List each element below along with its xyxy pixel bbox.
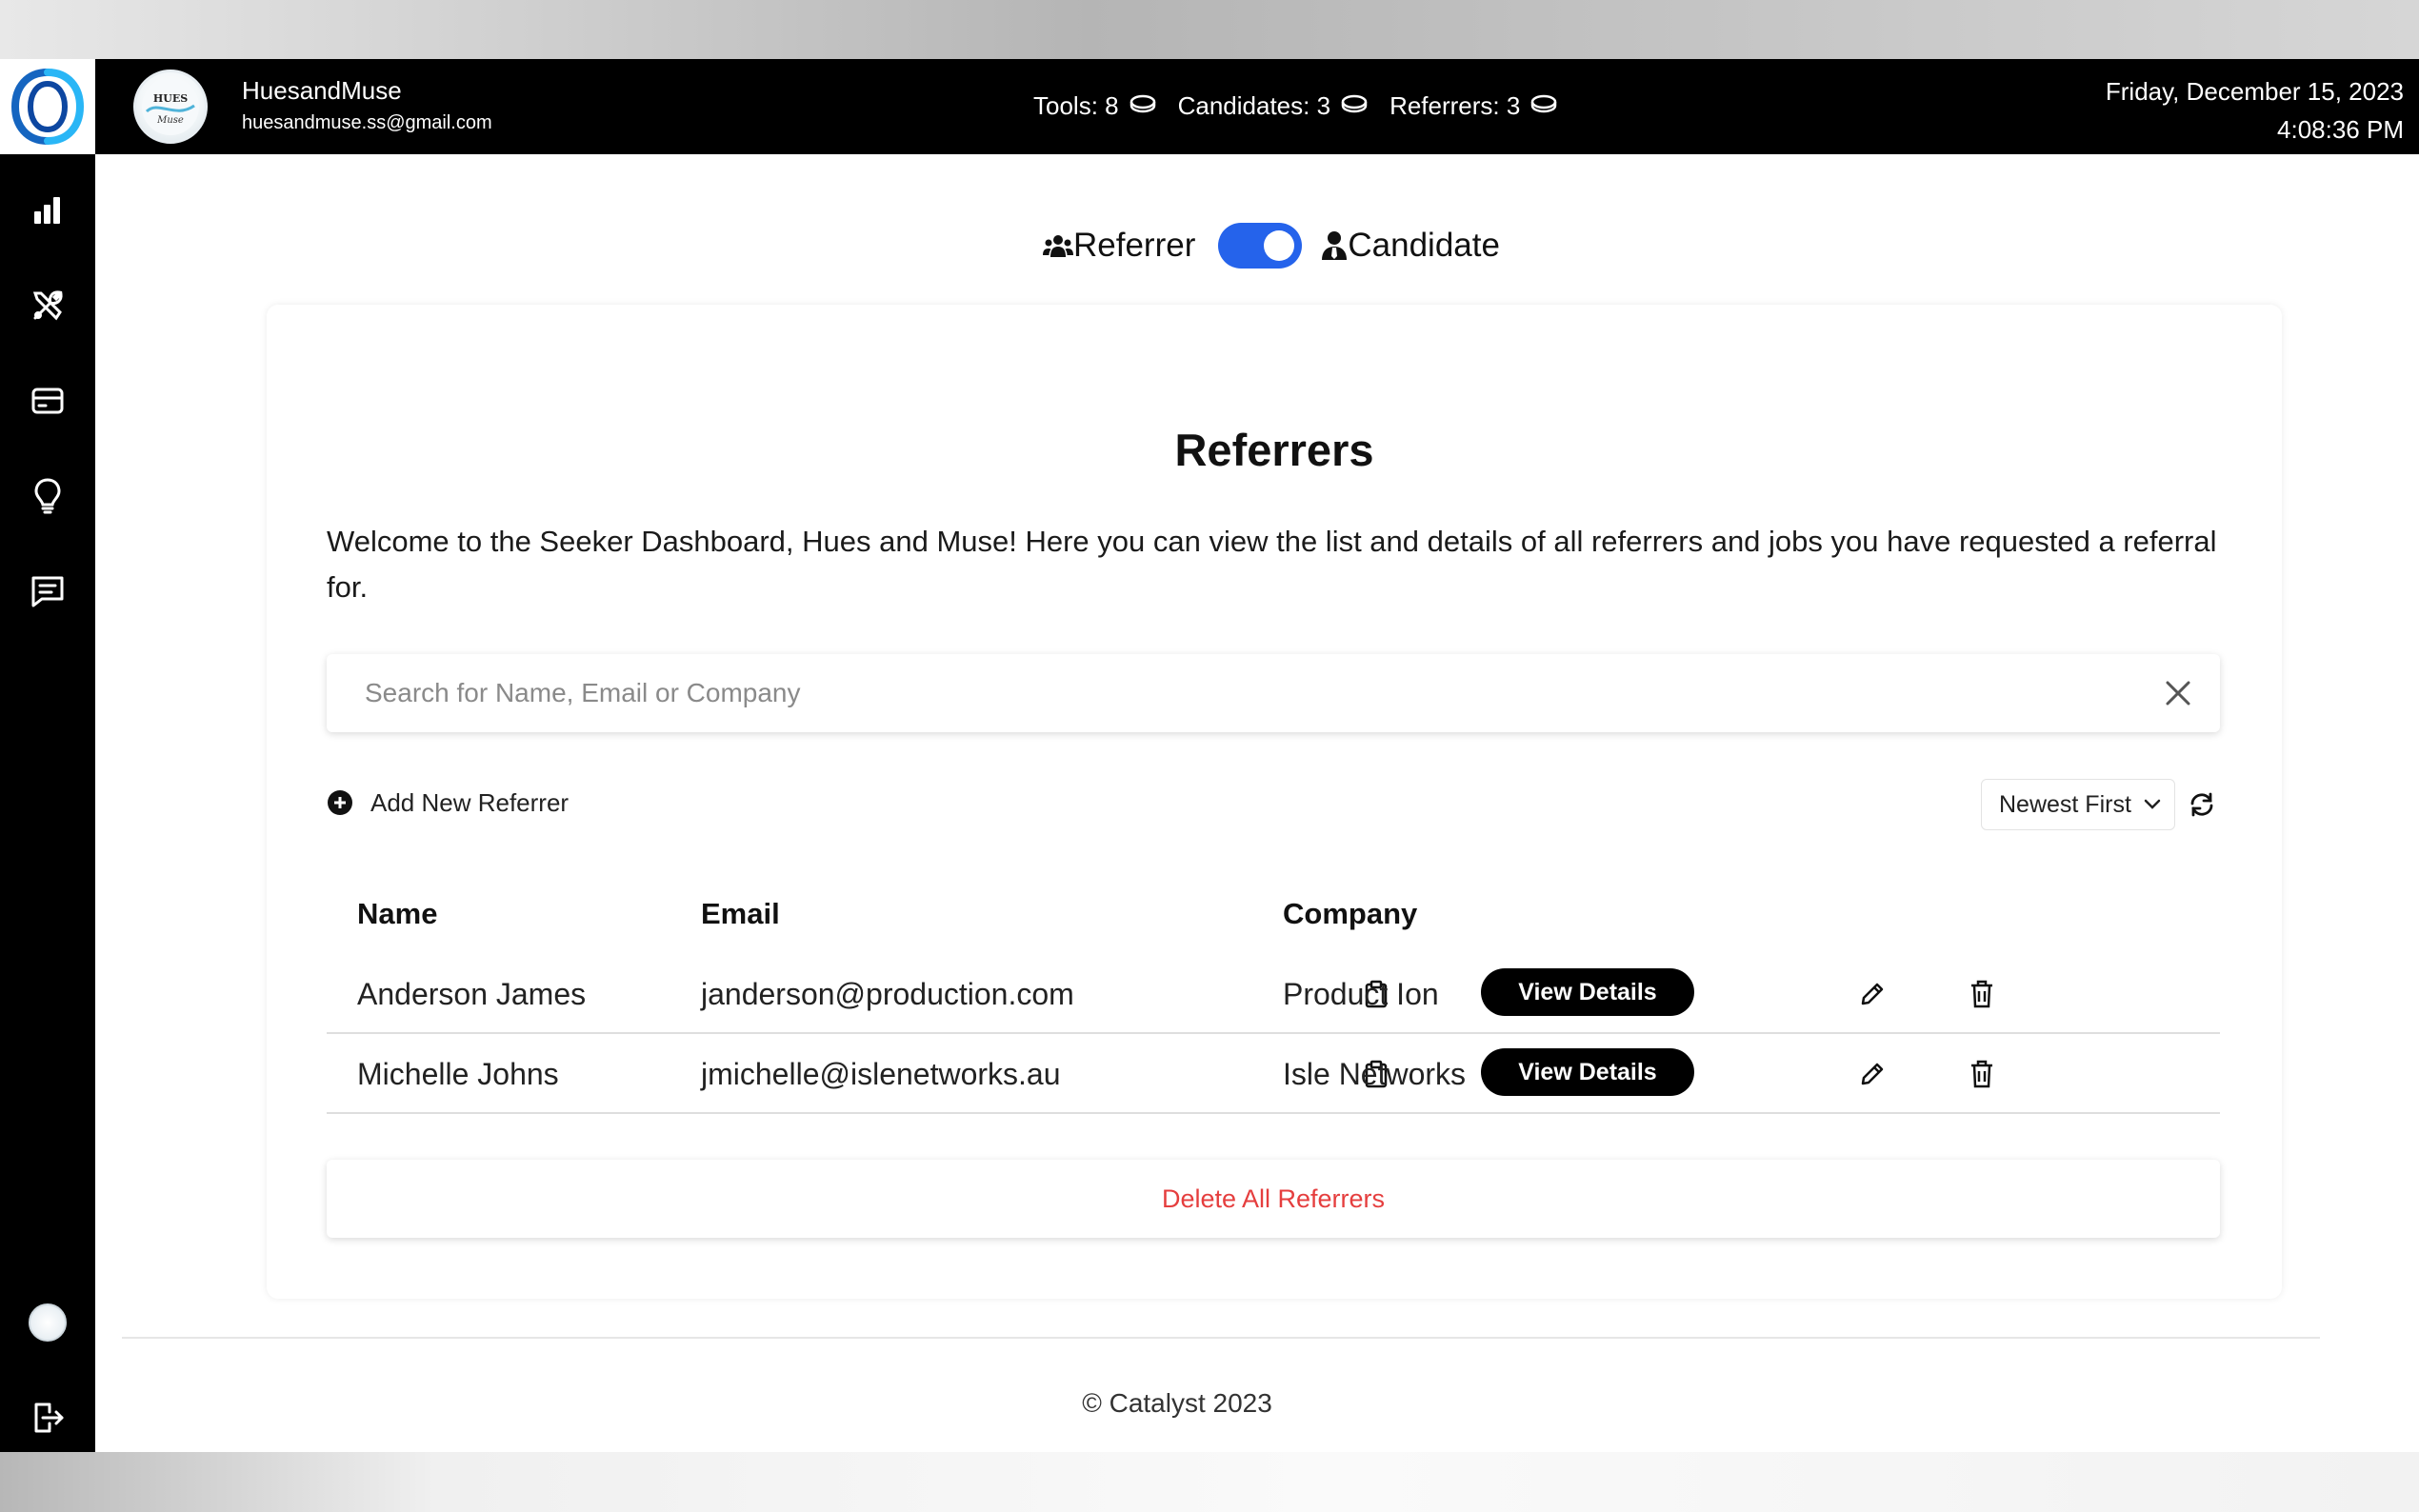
referrer-company: Isle Networks [1283,1056,1467,1091]
sidebar-item-tools[interactable] [24,282,71,329]
referrer-email: jmichelle@islenetworks.au [701,1056,1061,1091]
svg-text:Muse: Muse [156,115,184,126]
edit-referrer-button[interactable] [1859,954,1886,1034]
lightbulb-icon [34,478,61,514]
coins-icon [1129,91,1157,121]
coins-icon [1340,91,1369,121]
user-name: HuesandMuse [242,76,402,105]
search-bar [327,654,2220,732]
coins-icon [1529,91,1558,121]
sidebar-profile[interactable] [24,1299,71,1346]
add-new-referrer-label: Add New Referrer [370,787,570,817]
pencil-icon [1861,1063,1884,1085]
app-logo[interactable] [0,59,95,154]
sidebar-item-messages[interactable] [24,567,71,615]
add-new-referrer-button[interactable]: Add New Referrer [327,787,569,818]
refresh-icon [2190,792,2213,817]
refresh-button[interactable] [2189,791,2215,818]
clear-search-button[interactable] [2159,674,2197,712]
sidebar-item-dashboard[interactable] [24,187,71,234]
message-icon [31,576,64,607]
column-header-company: Company [1283,897,1418,930]
close-icon [2166,681,2190,706]
bar-chart-icon [34,197,60,224]
window-bottom-backdrop [0,1452,2419,1512]
user-email: huesandmuse.ss@gmail.com [242,112,492,133]
trash-icon [1971,1060,1992,1088]
referrer-name: Michelle Johns [357,1056,559,1091]
column-header-name: Name [357,897,438,930]
column-header-email: Email [701,897,780,930]
footer: © Catalyst 2023 [0,1388,2419,1419]
window-top-backdrop [0,0,2419,59]
search-input[interactable] [365,654,2136,732]
tools-icon [32,290,63,321]
top-bar: HUES Muse HuesandMuse huesandmuse.ss@gma… [95,59,2419,154]
sort-selected-value: Newest First [1999,790,2131,818]
view-details-button[interactable]: View Details [1481,1048,1694,1096]
referrer-email: janderson@production.com [701,976,1074,1011]
user-avatar[interactable]: HUES Muse [133,70,208,144]
page-title: Referrers [1174,425,1374,475]
toggle-knob [1264,230,1295,261]
delete-referrer-button[interactable] [1969,1034,1994,1114]
plus-circle-icon [327,789,353,816]
credit-card-icon [31,388,64,414]
sidebar [0,154,95,1452]
candidates-counter-label: Candidates: 3 [1177,91,1331,120]
candidates-counter: Candidates: 3 [1178,91,1369,121]
referrer-label: Referrer [1073,227,1196,264]
delete-referrer-button[interactable] [1969,954,1994,1034]
avatar [29,1303,67,1342]
referrer-name: Anderson James [357,976,587,1011]
tools-counter: Tools: 8 [1033,91,1157,121]
credit-counters: Tools: 8 Candidates: 3 Referrers: 3 [1033,91,1579,121]
view-details-button[interactable]: View Details [1481,968,1694,1016]
footer-divider [122,1337,2320,1339]
referrers-card: Referrers Welcome to the Seeker Dashboar… [267,305,2282,1299]
candidate-mode-label[interactable]: Candidate [1321,227,1500,265]
tools-counter-label: Tools: 8 [1033,91,1119,120]
avatar-logo-icon: HUES Muse [142,78,199,135]
table-row: Anderson James janderson@production.com … [327,954,2220,1034]
edit-referrer-button[interactable] [1859,1034,1886,1114]
chevron-down-icon [2144,799,2161,809]
referrers-counter: Referrers: 3 [1389,91,1558,121]
current-date: Friday, December 15, 2023 [2105,77,2404,106]
trash-icon [1971,980,1992,1008]
user-tie-icon [1322,231,1348,260]
datetime: Friday, December 15, 2023 4:08:36 PM [2106,72,2404,149]
delete-all-referrers-button[interactable]: Delete All Referrers [327,1160,2220,1238]
table-row: Michelle Johns jmichelle@islenetworks.au… [327,1034,2220,1114]
current-time: 4:08:36 PM [2277,115,2404,144]
sort-select[interactable]: Newest First [1981,779,2175,830]
mode-toggle-switch[interactable] [1218,223,1303,269]
candidate-label: Candidate [1348,227,1500,264]
mode-toggle: Referrer Candidate [1043,219,1500,272]
footer-copyright: © Catalyst 2023 [1082,1388,1272,1418]
pencil-icon [1861,983,1884,1005]
referrer-mode-label[interactable]: Referrer [1043,227,1195,265]
referrers-counter-label: Referrers: 3 [1389,91,1521,120]
logo-icon [10,69,85,145]
svg-text:HUES: HUES [153,92,188,105]
sidebar-item-billing[interactable] [24,377,71,425]
sidebar-item-ideas[interactable] [24,472,71,520]
page-description: Welcome to the Seeker Dashboard, Hues an… [327,525,2217,604]
users-icon [1043,235,1073,257]
referrer-company: Product Ion [1283,976,1439,1011]
sort-controls: Newest First [1981,779,2215,830]
